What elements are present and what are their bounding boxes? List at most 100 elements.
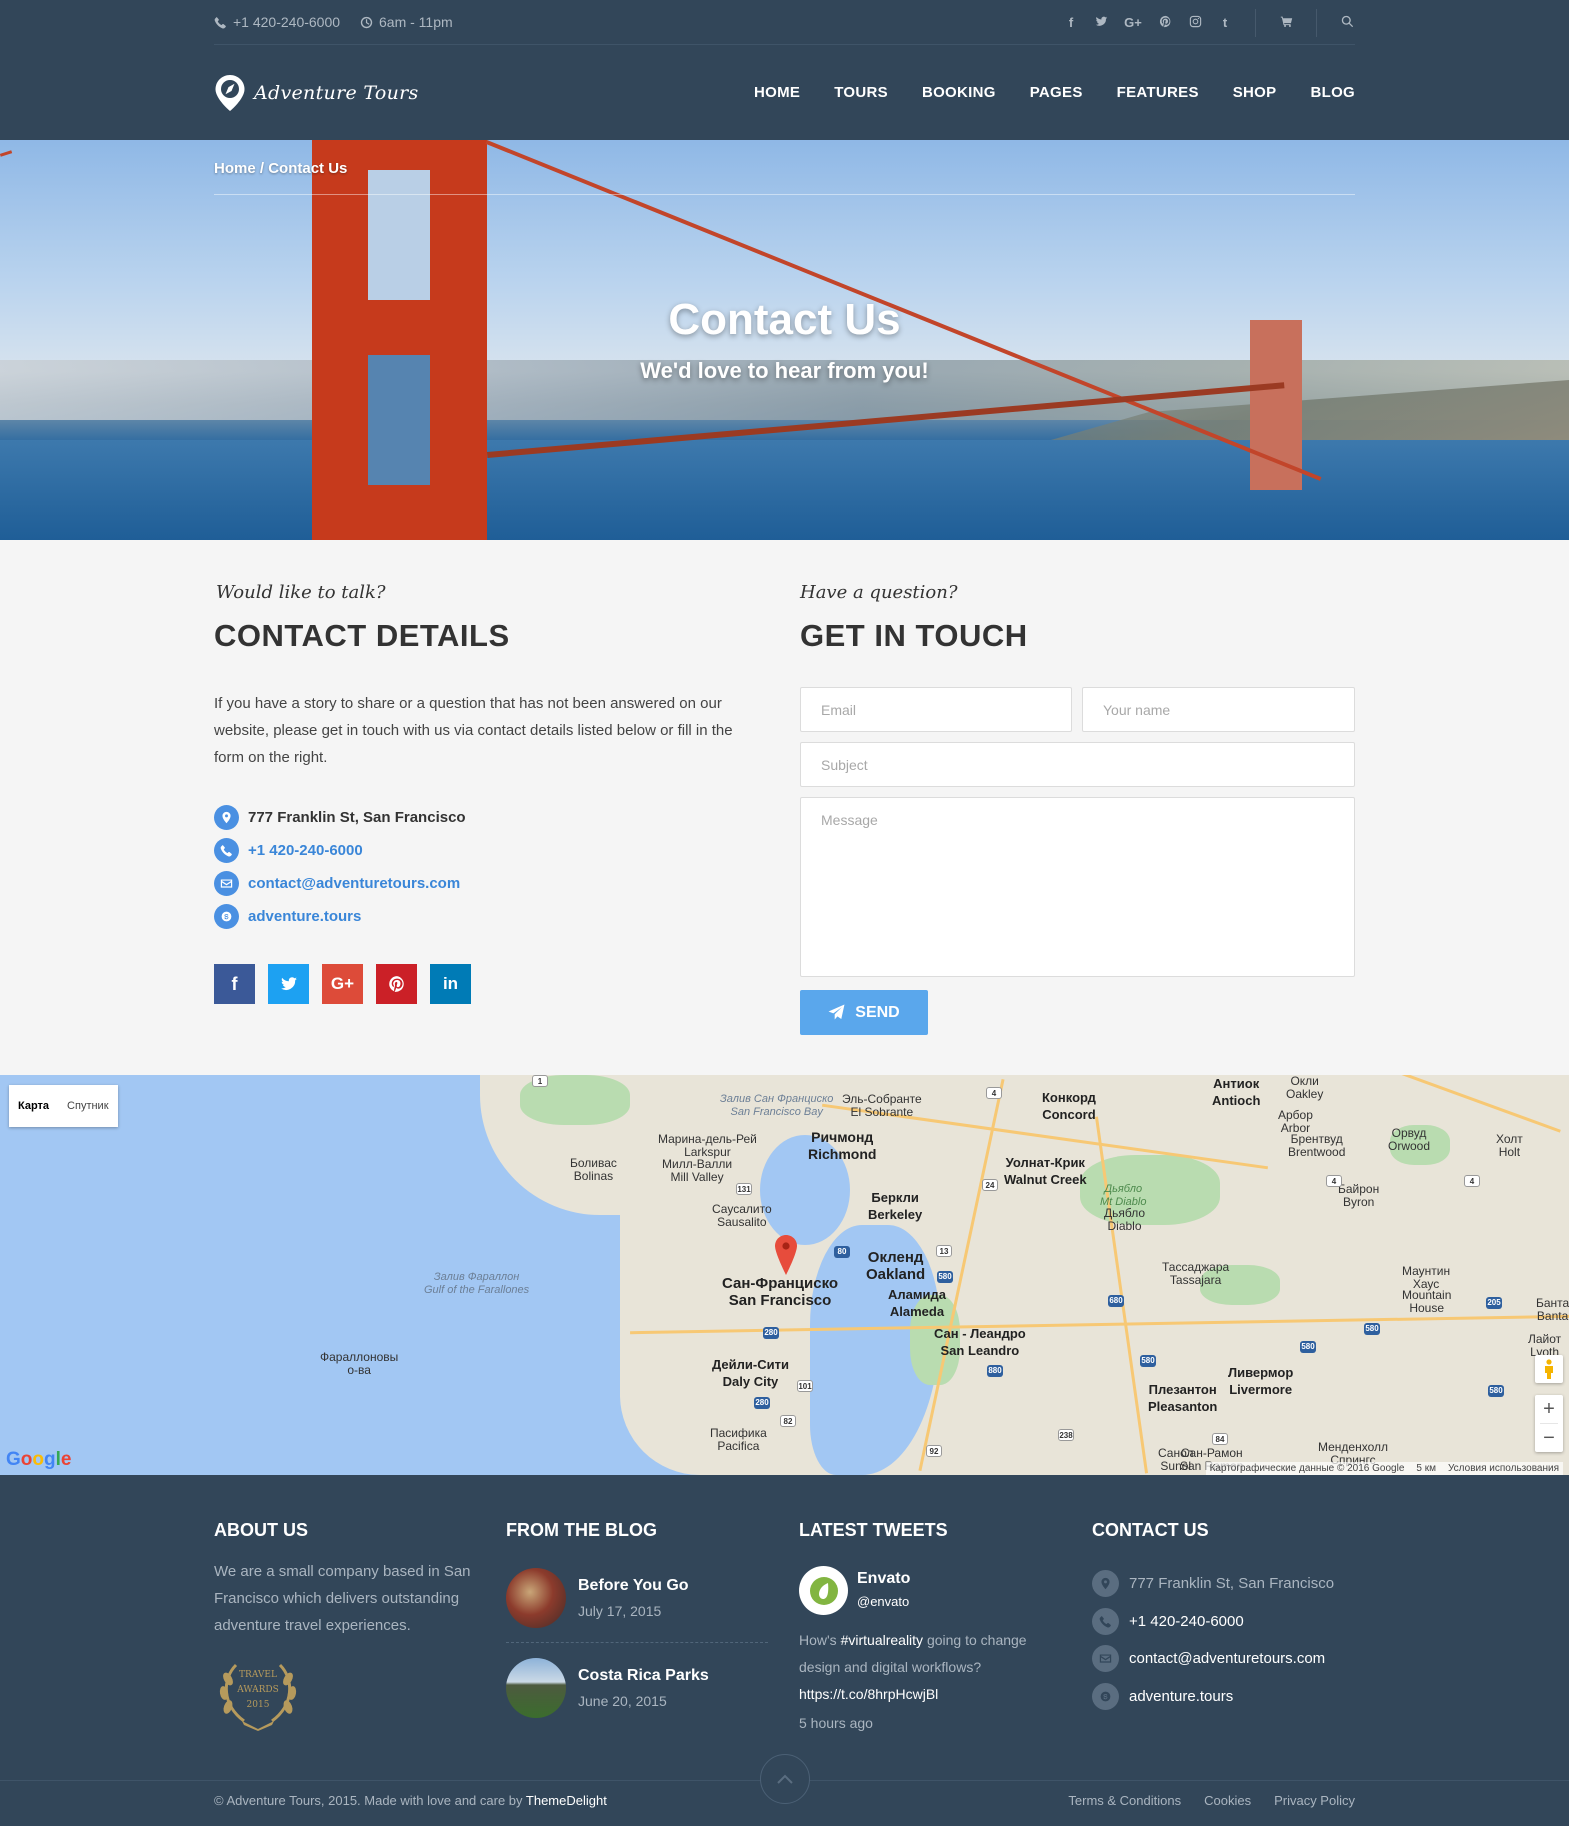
nav-home[interactable]: HOME [754, 84, 800, 101]
privacy-link[interactable]: Privacy Policy [1274, 1793, 1355, 1808]
zoom-control: + − [1535, 1395, 1563, 1452]
twitter-icon[interactable] [1093, 15, 1109, 31]
footer-blog-heading: FROM THE BLOG [506, 1520, 657, 1540]
google-plus-button[interactable]: G+ [322, 964, 363, 1004]
cart-icon[interactable] [1278, 15, 1294, 31]
blog-post-item[interactable]: Before You Go July 17, 2015 [506, 1568, 689, 1628]
email-field[interactable]: Email [800, 687, 1072, 732]
blog-post-item[interactable]: Costa Rica Parks June 20, 2015 [506, 1658, 709, 1718]
route-shield: 1 [532, 1075, 548, 1087]
map-label-sausalito: Саусалито Sausalito [712, 1202, 772, 1229]
tweet-hashtag[interactable]: #virtualreality [841, 1632, 923, 1648]
contact-phone[interactable]: +1 420-240-6000 [214, 838, 363, 863]
send-button[interactable]: SEND [800, 990, 928, 1035]
map-marker-icon [1092, 1570, 1119, 1597]
tumblr-icon[interactable]: t [1217, 15, 1233, 31]
facebook-button[interactable]: f [214, 964, 255, 1004]
topbar-hours-text: 6am - 11pm [379, 14, 453, 30]
tweet-avatar[interactable] [799, 1566, 848, 1615]
breadcrumb-separator: / [255, 160, 269, 177]
blog-post-title[interactable]: Before You Go [578, 1577, 689, 1595]
map-scale: 5 км [1416, 1463, 1436, 1474]
map-attribution: Картографические данные © 2016 Google 5 … [1205, 1462, 1563, 1475]
page-title: Contact Us [668, 295, 901, 344]
message-textarea[interactable]: Message [800, 797, 1355, 977]
chevron-up-icon [777, 1774, 793, 1784]
blog-post-date: July 17, 2015 [578, 1603, 662, 1619]
topbar-divider [1316, 8, 1317, 37]
topbar-divider [1255, 8, 1256, 37]
map-terms-link[interactable]: Условия использования [1448, 1463, 1559, 1474]
contact-phone-link[interactable]: +1 420-240-6000 [248, 842, 363, 859]
route-shield: 13 [936, 1245, 952, 1257]
footer-email[interactable]: contact@adventuretours.com [1092, 1645, 1325, 1672]
instagram-icon[interactable] [1187, 15, 1203, 31]
subject-field[interactable]: Subject [800, 742, 1355, 787]
themedelight-link[interactable]: ThemeDelight [526, 1793, 607, 1808]
zoom-in-button[interactable]: + [1535, 1395, 1563, 1423]
footer-email-link[interactable]: contact@adventuretours.com [1129, 1650, 1325, 1667]
site-logo[interactable]: Adventure Tours [214, 74, 419, 112]
zoom-out-button[interactable]: − [1535, 1424, 1563, 1452]
nav-features[interactable]: FEATURES [1117, 84, 1199, 101]
contact-skype[interactable]: adventure.tours [214, 904, 361, 929]
footer-skype-link[interactable]: adventure.tours [1129, 1688, 1233, 1705]
map-label-concord: Конкорд Concord [1042, 1090, 1096, 1122]
map-label-antioch: Антиок Antioch [1212, 1076, 1261, 1108]
topbar-socials: f G+ t [1049, 0, 1355, 45]
pinterest-icon[interactable] [1157, 15, 1173, 31]
nav-pages[interactable]: PAGES [1030, 84, 1083, 101]
topbar-phone[interactable]: +1 420-240-6000 [214, 14, 340, 30]
breadcrumb-home[interactable]: Home [214, 160, 256, 177]
facebook-icon[interactable]: f [1063, 15, 1079, 31]
map-type-satellite-button[interactable]: Спутник [58, 1085, 117, 1127]
contact-email[interactable]: contact@adventuretours.com [214, 871, 460, 896]
tweet-text: How's #virtualreality going to change de… [799, 1632, 1027, 1702]
tweet-author-handle[interactable]: @envato [857, 1594, 909, 1609]
footer-phone-link[interactable]: +1 420-240-6000 [1129, 1613, 1244, 1630]
pinterest-button[interactable] [376, 964, 417, 1004]
map-type-map-button[interactable]: Карта [9, 1085, 58, 1127]
skype-icon [214, 904, 239, 929]
map-label-mt-diablo: Дьябло Mt Diablo [1100, 1183, 1147, 1208]
footer-skype[interactable]: adventure.tours [1092, 1683, 1233, 1710]
map-attribution-text: Картографические данные © 2016 Google [1209, 1463, 1405, 1474]
tweet-author-name[interactable]: Envato [857, 1570, 910, 1588]
award-line-2: AWARDS [236, 1685, 279, 1695]
footer-phone[interactable]: +1 420-240-6000 [1092, 1608, 1244, 1635]
map-label-el-sobrante: Эль-Собранте El Sobrante [842, 1092, 922, 1119]
blog-post-title[interactable]: Costa Rica Parks [578, 1667, 709, 1685]
google-map[interactable]: Сан-Франциско San Francisco Окленд Oakland… [0, 1075, 1569, 1475]
search-icon[interactable] [1339, 15, 1355, 31]
google-plus-icon[interactable]: G+ [1123, 15, 1143, 31]
nav-booking[interactable]: BOOKING [922, 84, 996, 101]
route-shield: 101 [797, 1380, 813, 1392]
contact-section: Would like to talk? CONTACT DETAILS If y… [0, 540, 1569, 1075]
linkedin-button[interactable]: in [430, 964, 471, 1004]
contact-email-link[interactable]: contact@adventuretours.com [248, 875, 460, 892]
nav-tours[interactable]: TOURS [834, 84, 888, 101]
terms-link[interactable]: Terms & Conditions [1068, 1793, 1181, 1808]
tweet-time: 5 hours ago [799, 1715, 873, 1731]
tweet-link[interactable]: https://t.co/8hrpHcwjBl [799, 1686, 938, 1702]
map-marker-icon[interactable] [775, 1235, 797, 1275]
name-field[interactable]: Your name [1082, 687, 1355, 732]
skype-icon [1092, 1683, 1119, 1710]
back-to-top-button[interactable] [760, 1754, 810, 1804]
nav-shop[interactable]: SHOP [1233, 84, 1277, 101]
route-shield: 82 [780, 1415, 796, 1427]
award-line-1: TRAVEL [239, 1670, 277, 1680]
map-label-holt: Холт Holt [1496, 1132, 1523, 1159]
blog-thumbnail [506, 1658, 566, 1718]
map-label-pleasanton: Плезантон Pleasanton [1148, 1382, 1218, 1414]
route-shield: 24 [982, 1179, 998, 1191]
cookies-link[interactable]: Cookies [1204, 1793, 1251, 1808]
map-label-diablo: Дьябло Diablo [1104, 1206, 1146, 1233]
map-label-orwood: Орвуд Orwood [1388, 1126, 1431, 1153]
twitter-button[interactable] [268, 964, 309, 1004]
street-view-pegman-icon[interactable] [1535, 1355, 1563, 1383]
hero-banner: Home / Contact Us Contact Us We'd love t… [0, 140, 1569, 540]
nav-blog[interactable]: BLOG [1310, 84, 1355, 101]
contact-skype-link[interactable]: adventure.tours [248, 908, 361, 925]
envelope-icon [214, 871, 239, 896]
